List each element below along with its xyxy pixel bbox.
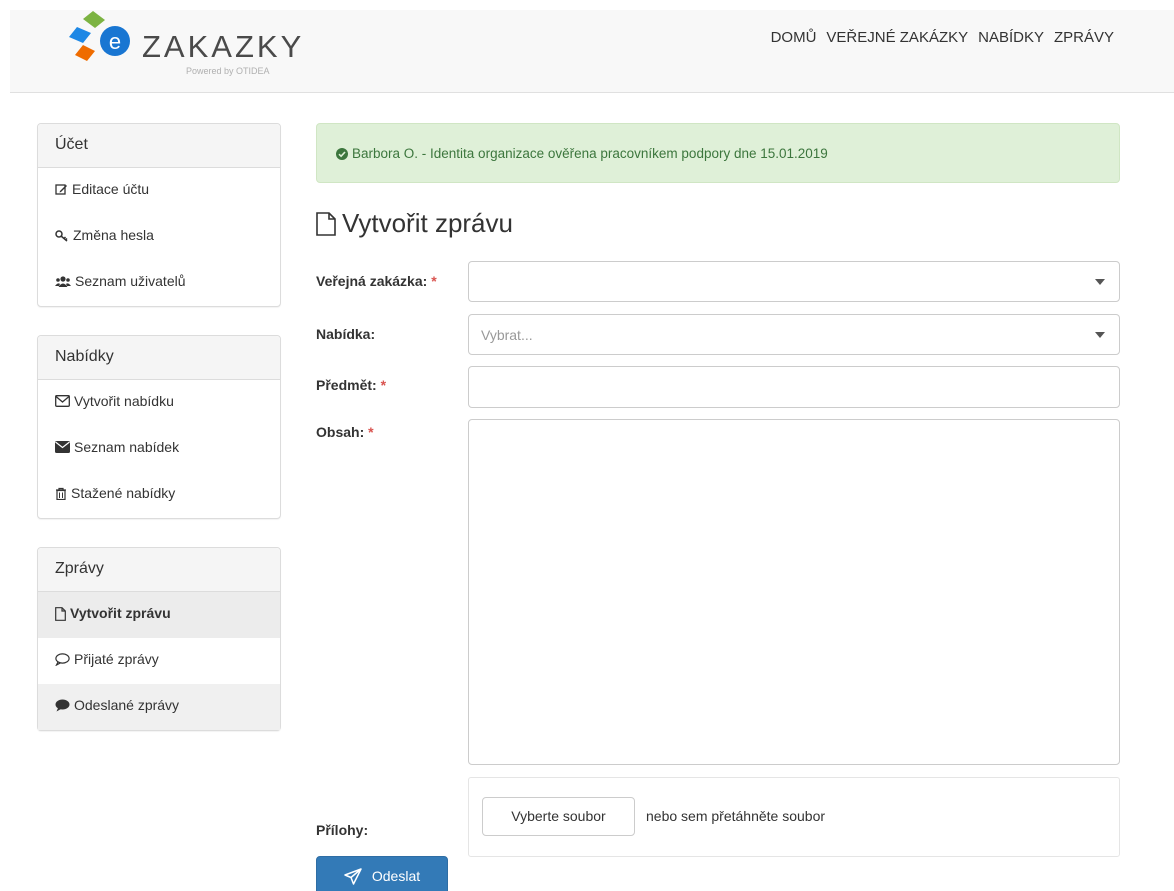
chevron-down-icon bbox=[1095, 279, 1105, 285]
sidebar-item-odeslane-zpravy[interactable]: Odeslané zprávy bbox=[38, 684, 280, 730]
required-mark: * bbox=[368, 424, 374, 440]
required-mark: * bbox=[380, 377, 387, 393]
svg-text:e: e bbox=[109, 29, 121, 54]
comment-icon bbox=[55, 699, 70, 712]
drop-hint: nebo sem přetáhněte soubor bbox=[646, 808, 826, 824]
obsah-label: Obsah: * bbox=[316, 424, 374, 440]
sidebar-panel-zpravy: Zprávy Vytvořit zprávu Přijaté zprávy Od… bbox=[37, 547, 281, 731]
file-icon bbox=[55, 607, 66, 621]
prilohy-label: Přílohy: bbox=[316, 822, 368, 838]
send-button[interactable]: Odeslat bbox=[316, 856, 448, 891]
sidebar-item-label: Změna hesla bbox=[73, 227, 154, 243]
sidebar-item-seznam-uzivatelu[interactable]: Seznam uživatelů bbox=[38, 260, 280, 306]
predmet-label-text: Předmět: bbox=[316, 377, 377, 393]
logo[interactable]: e ZAKAZKY Powered by OTIDEA bbox=[65, 11, 301, 79]
choose-file-button[interactable]: Vyberte soubor bbox=[482, 797, 635, 836]
sidebar-item-label: Vytvořit zprávu bbox=[70, 605, 171, 621]
panel-title-ucet: Účet bbox=[38, 124, 280, 168]
zakazka-label: Veřejná zakázka: * bbox=[316, 273, 437, 289]
sidebar-panel-nabidky: Nabídky Vytvořit nabídku Seznam nabídek … bbox=[37, 335, 281, 519]
envelope-icon bbox=[55, 441, 70, 453]
required-mark: * bbox=[431, 273, 437, 289]
nabidka-select[interactable]: Vybrat... bbox=[468, 314, 1120, 355]
nabidka-label: Nabídka: bbox=[316, 326, 375, 342]
sidebar-item-label: Seznam uživatelů bbox=[75, 273, 186, 289]
zakazka-label-text: Veřejná zakázka: bbox=[316, 273, 428, 289]
edit-icon bbox=[55, 184, 67, 195]
sidebar-item-vytvorit-zpravu[interactable]: Vytvořit zprávu bbox=[38, 592, 280, 638]
page-title: Vytvořit zprávu bbox=[316, 208, 513, 239]
file-icon bbox=[316, 211, 336, 236]
send-button-label: Odeslat bbox=[371, 868, 421, 884]
sidebar-item-zmena-hesla[interactable]: Změna hesla bbox=[38, 214, 280, 260]
sidebar-item-label: Seznam nabídek bbox=[74, 439, 180, 455]
paper-plane-icon bbox=[344, 867, 362, 885]
sidebar-item-label: Odeslané zprávy bbox=[74, 697, 180, 713]
sidebar-item-editace-uctu[interactable]: Editace účtu bbox=[38, 168, 280, 214]
zakazka-select[interactable] bbox=[468, 261, 1120, 302]
users-icon bbox=[55, 276, 71, 287]
comment-outline-icon bbox=[55, 653, 70, 666]
sidebar-item-seznam-nabidek[interactable]: Seznam nabídek bbox=[38, 426, 280, 472]
envelope-outline-icon bbox=[55, 395, 70, 407]
sidebar-item-label: Vytvořit nabídku bbox=[74, 393, 174, 409]
nav-nabidky[interactable]: NABÍDKY bbox=[978, 29, 1044, 46]
obsah-textarea[interactable] bbox=[468, 419, 1120, 765]
sidebar-item-label: Editace účtu bbox=[72, 181, 150, 197]
trash-icon bbox=[56, 487, 66, 500]
sidebar-item-vytvorit-nabidku[interactable]: Vytvořit nabídku bbox=[38, 380, 280, 426]
logo-text: ZAKAZKY bbox=[142, 29, 305, 64]
predmet-input[interactable] bbox=[468, 366, 1120, 408]
prilohy-label-text: Přílohy: bbox=[316, 822, 369, 838]
top-navbar: e ZAKAZKY Powered by OTIDEA DOMŮ VEŘEJNÉ… bbox=[10, 10, 1174, 93]
logo-subtitle: Powered by OTIDEA bbox=[186, 66, 270, 76]
sidebar-item-prijate-zpravy[interactable]: Přijaté zprávy bbox=[38, 638, 280, 684]
chevron-down-icon bbox=[1095, 332, 1105, 338]
check-circle-icon bbox=[336, 148, 348, 160]
logo-mark-icon: e bbox=[69, 11, 130, 61]
main-nav: DOMŮ VEŘEJNÉ ZAKÁZKY NABÍDKY ZPRÁVY bbox=[771, 29, 1114, 46]
file-dropzone[interactable]: Vyberte soubor nebo sem přetáhněte soubo… bbox=[468, 777, 1120, 857]
verification-alert: Barbora O. - Identita organizace ověřena… bbox=[316, 123, 1120, 183]
sidebar-panel-ucet: Účet Editace účtu Změna hesla Seznam uži… bbox=[37, 123, 281, 307]
nabidka-label-text: Nabídka: bbox=[316, 326, 376, 342]
sidebar-item-label: Přijaté zprávy bbox=[74, 651, 159, 667]
nav-verejne-zakazky[interactable]: VEŘEJNÉ ZAKÁZKY bbox=[826, 29, 968, 46]
panel-title-zpravy: Zprávy bbox=[38, 548, 280, 592]
alert-text: Barbora O. - Identita organizace ověřena… bbox=[352, 146, 828, 161]
predmet-label: Předmět: * bbox=[316, 377, 386, 393]
panel-title-nabidky: Nabídky bbox=[38, 336, 280, 380]
sidebar-item-label: Stažené nabídky bbox=[71, 485, 176, 501]
sidebar-item-stazene-nabidky[interactable]: Stažené nabídky bbox=[38, 472, 280, 518]
nav-domu[interactable]: DOMŮ bbox=[771, 29, 817, 46]
key-icon bbox=[55, 230, 68, 242]
obsah-label-text: Obsah: bbox=[316, 424, 365, 440]
page-title-text: Vytvořit zprávu bbox=[342, 208, 513, 238]
nav-zpravy[interactable]: ZPRÁVY bbox=[1054, 29, 1114, 46]
nabidka-select-placeholder: Vybrat... bbox=[481, 327, 533, 343]
